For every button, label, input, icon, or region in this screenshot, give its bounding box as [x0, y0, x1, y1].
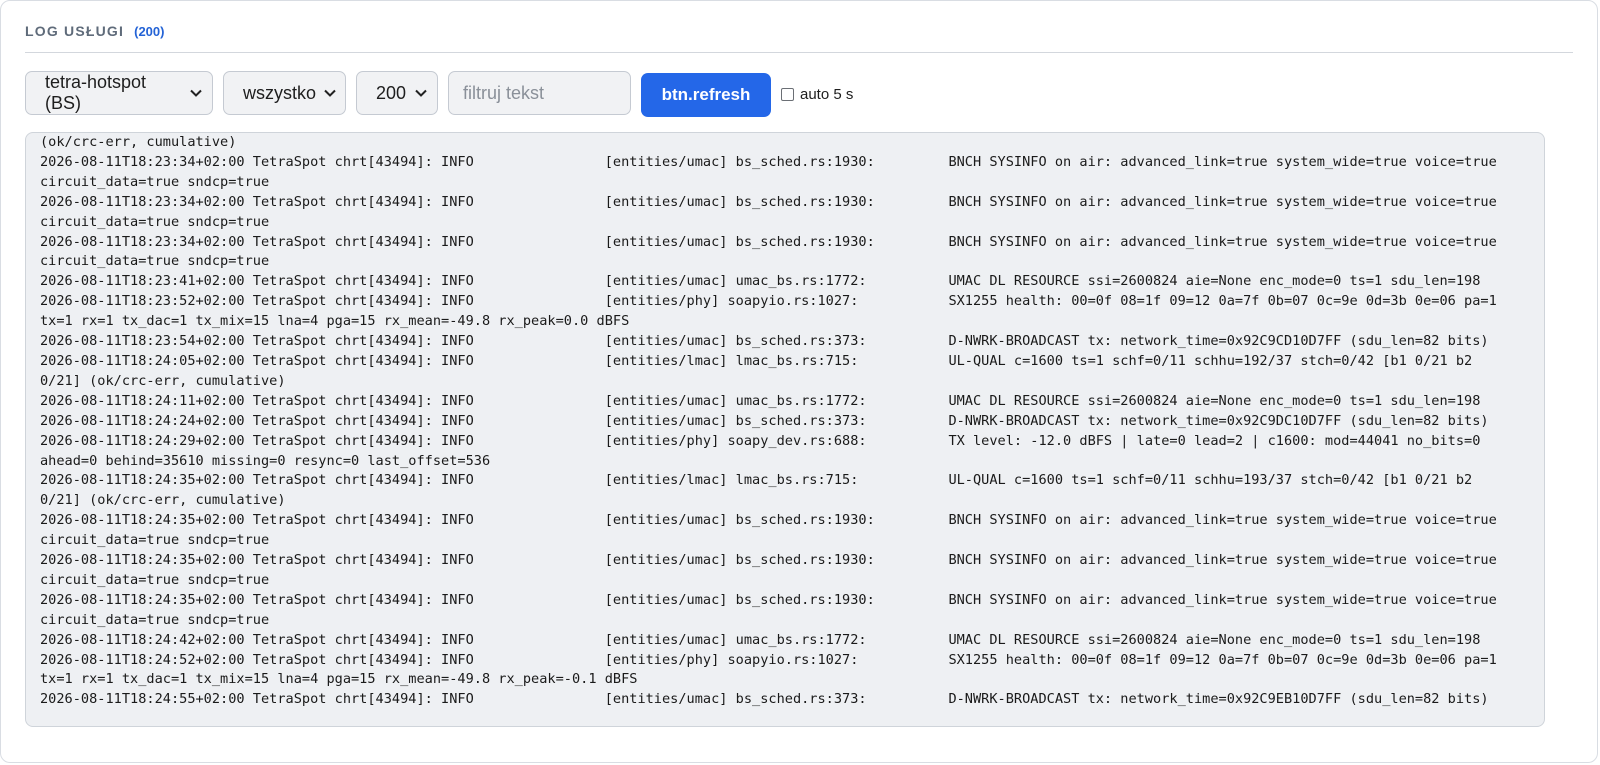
log-line: 2026-08-11T18:24:42+02:00 TetraSpot chrt…	[40, 631, 1481, 648]
log-line: 0/21] (ok/crc-err, cumulative)	[40, 492, 286, 509]
log-line: 2026-08-11T18:23:41+02:00 TetraSpot chrt…	[40, 273, 1481, 290]
service-log-panel: LOG USŁUGI (200) tetra-hotspot (BS) wszy…	[0, 0, 1598, 763]
log-line: circuit_data=true sndcp=true	[40, 571, 270, 588]
log-output[interactable]: (ok/crc-err, cumulative) 2026-08-11T18:23…	[25, 132, 1545, 727]
log-line: 2026-08-11T18:23:34+02:00 TetraSpot chrt…	[40, 233, 1497, 250]
log-line: 2026-08-11T18:23:52+02:00 TetraSpot chrt…	[40, 293, 1497, 310]
log-line: 0/21] (ok/crc-err, cumulative)	[40, 372, 286, 389]
log-line: circuit_data=true sndcp=true	[40, 253, 270, 270]
log-line: circuit_data=true sndcp=true	[40, 173, 270, 190]
page-title: LOG USŁUGI	[25, 23, 125, 39]
panel-header: LOG USŁUGI (200)	[25, 19, 1573, 53]
log-line: 2026-08-11T18:24:29+02:00 TetraSpot chrt…	[40, 432, 1481, 449]
log-line: 2026-08-11T18:23:54+02:00 TetraSpot chrt…	[40, 333, 1489, 350]
log-line: circuit_data=true sndcp=true	[40, 611, 270, 628]
log-line: tx=1 rx=1 tx_dac=1 tx_mix=15 lna=4 pga=1…	[40, 671, 638, 688]
log-lines: (ok/crc-err, cumulative) 2026-08-11T18:23…	[40, 133, 1534, 710]
log-line: 2026-08-11T18:23:34+02:00 TetraSpot chrt…	[40, 153, 1497, 170]
log-line: 2026-08-11T18:24:11+02:00 TetraSpot chrt…	[40, 392, 1481, 409]
log-line: 2026-08-11T18:24:24+02:00 TetraSpot chrt…	[40, 412, 1489, 429]
log-line: (ok/crc-err, cumulative)	[40, 134, 237, 150]
log-line: 2026-08-11T18:24:35+02:00 TetraSpot chrt…	[40, 552, 1497, 569]
log-line: ahead=0 behind=35610 missing=0 resync=0 …	[40, 452, 491, 469]
log-count-badge: (200)	[134, 24, 165, 39]
chevron-down-icon	[190, 87, 202, 99]
log-line: circuit_data=true sndcp=true	[40, 532, 270, 549]
log-line: circuit_data=true sndcp=true	[40, 213, 270, 230]
log-line: tx=1 rx=1 tx_dac=1 tx_mix=15 lna=4 pga=1…	[40, 313, 630, 330]
auto-refresh-label: auto 5 s	[800, 86, 854, 103]
service-select[interactable]: tetra-hotspot (BS)	[25, 71, 213, 115]
log-line: 2026-08-11T18:24:52+02:00 TetraSpot chrt…	[40, 651, 1497, 668]
service-select-value: tetra-hotspot (BS)	[45, 72, 147, 113]
chevron-down-icon	[415, 87, 427, 99]
auto-refresh-checkbox[interactable]	[781, 88, 794, 101]
log-line: 2026-08-11T18:24:05+02:00 TetraSpot chrt…	[40, 352, 1473, 369]
filter-text-input[interactable]	[448, 71, 631, 115]
line-count-select[interactable]: 200	[356, 71, 438, 115]
level-select-value: wszystko	[243, 82, 317, 103]
log-line: 2026-08-11T18:24:55+02:00 TetraSpot chrt…	[40, 691, 1489, 708]
level-select[interactable]: wszystko	[223, 71, 346, 115]
chevron-down-icon	[324, 87, 336, 99]
log-line: 2026-08-11T18:23:34+02:00 TetraSpot chrt…	[40, 193, 1497, 210]
log-line: 2026-08-11T18:24:35+02:00 TetraSpot chrt…	[40, 512, 1497, 529]
auto-refresh-toggle[interactable]: auto 5 s	[781, 86, 853, 103]
log-toolbar: tetra-hotspot (BS) wszystko 200 btn.refr…	[25, 69, 853, 117]
log-line: 2026-08-11T18:24:35+02:00 TetraSpot chrt…	[40, 472, 1473, 489]
log-line: 2026-08-11T18:24:35+02:00 TetraSpot chrt…	[40, 591, 1497, 608]
refresh-button[interactable]: btn.refresh	[641, 72, 771, 117]
line-count-select-value: 200	[376, 82, 407, 103]
